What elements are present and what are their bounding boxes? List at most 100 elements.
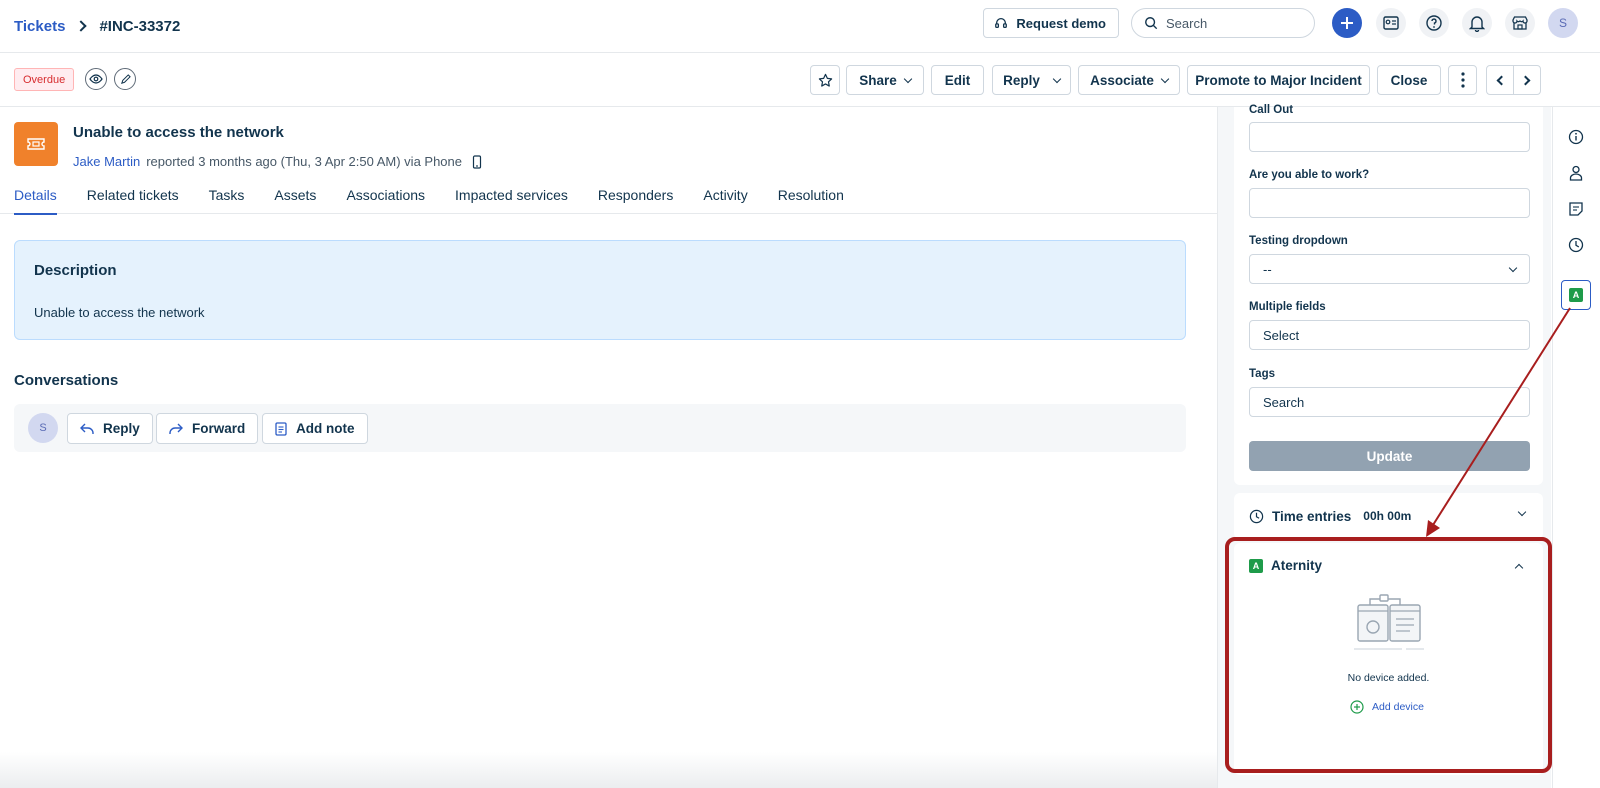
- call-out-input[interactable]: [1249, 122, 1530, 152]
- tab-impacted-services[interactable]: Impacted services: [455, 182, 568, 214]
- ticket-meta: Jake Martin reported 3 months ago (Thu, …: [73, 154, 482, 169]
- time-entries-label: Time entries: [1272, 508, 1352, 524]
- top-bar: Tickets #INC-33372 Request demo Search S: [0, 0, 1600, 53]
- user-icon: [1569, 165, 1583, 181]
- more-actions-button[interactable]: [1448, 65, 1477, 95]
- ticket-action-bar: Overdue Share Edit Reply Associate Promo…: [0, 53, 1600, 107]
- aternity-header[interactable]: A Aternity: [1249, 558, 1322, 573]
- store-icon: [1512, 16, 1528, 30]
- associate-button[interactable]: Associate: [1078, 65, 1180, 95]
- time-tab[interactable]: [1566, 235, 1586, 255]
- new-plus-button[interactable]: [1332, 8, 1362, 38]
- bottom-fade: [0, 752, 1217, 788]
- chevron-left-icon: [1496, 75, 1507, 85]
- tab-resolution[interactable]: Resolution: [778, 182, 844, 214]
- time-entries-section[interactable]: Time entries 00h 00m: [1234, 493, 1543, 539]
- aternity-title: Aternity: [1271, 558, 1323, 573]
- able-to-work-input[interactable]: [1249, 188, 1530, 218]
- forward-arrow-icon: [169, 423, 183, 434]
- right-properties-panel: Call Out Are you able to work? Testing d…: [1217, 104, 1551, 788]
- chevron-down-icon: [1052, 74, 1062, 83]
- search-icon: [1145, 17, 1158, 30]
- tags-placeholder: Search: [1263, 394, 1305, 410]
- edit-label: Edit: [944, 72, 971, 88]
- multiple-fields-label: Multiple fields: [1249, 301, 1326, 313]
- associate-label: Associate: [1090, 72, 1154, 88]
- update-button[interactable]: Update: [1249, 441, 1530, 471]
- testing-dropdown-label: Testing dropdown: [1249, 235, 1348, 247]
- pencil-icon: [120, 73, 131, 84]
- tags-label: Tags: [1249, 368, 1275, 380]
- ticket-tabs: Details Related tickets Tasks Assets Ass…: [0, 182, 1217, 215]
- properties-card: Call Out Are you able to work? Testing d…: [1234, 104, 1543, 485]
- headset-icon: [995, 17, 1008, 29]
- chevron-right-icon: [1520, 75, 1531, 85]
- notifications-button[interactable]: [1462, 8, 1492, 38]
- aternity-section: A Aternity No device added. Add device: [1234, 543, 1543, 775]
- close-label: Close: [1390, 72, 1428, 88]
- bell-icon: [1469, 16, 1485, 32]
- forward-button[interactable]: Forward: [156, 413, 259, 444]
- reply-button[interactable]: Reply: [67, 413, 153, 444]
- global-search-input[interactable]: Search: [1131, 8, 1315, 38]
- reply-dropdown-button[interactable]: Reply: [992, 65, 1071, 95]
- aternity-logo-icon: A: [1569, 288, 1583, 302]
- notes-icon: [1569, 202, 1583, 216]
- favorite-button[interactable]: [810, 65, 840, 95]
- no-device-text: No device added.: [1347, 672, 1430, 684]
- able-to-work-label: Are you able to work?: [1249, 169, 1370, 181]
- add-device-link[interactable]: Add device: [1350, 700, 1424, 714]
- contacts-card-button[interactable]: [1376, 8, 1406, 38]
- description-title: Description: [34, 262, 117, 279]
- ticket-info-tab[interactable]: [1566, 127, 1586, 147]
- add-note-button[interactable]: Add note: [262, 413, 368, 444]
- forward-label: Forward: [192, 421, 246, 436]
- search-placeholder: Search: [1166, 15, 1208, 31]
- aternity-app-tab[interactable]: A: [1561, 280, 1591, 310]
- edit-pencil-button[interactable]: [114, 68, 136, 90]
- multiple-fields-select[interactable]: Select: [1249, 320, 1530, 350]
- next-ticket-button[interactable]: [1513, 65, 1541, 95]
- topbar-actions: Request demo Search S: [983, 8, 1578, 38]
- promote-label: Promote to Major Incident: [1195, 72, 1362, 88]
- breadcrumb-tickets-link[interactable]: Tickets: [14, 18, 65, 35]
- tab-responders[interactable]: Responders: [598, 182, 674, 214]
- clock-icon: [1568, 237, 1584, 253]
- tab-assets[interactable]: Assets: [274, 182, 316, 214]
- watch-button[interactable]: [85, 68, 107, 90]
- testing-dropdown-select[interactable]: --: [1249, 254, 1530, 284]
- request-demo-button[interactable]: Request demo: [983, 8, 1119, 38]
- notes-tab[interactable]: [1566, 199, 1586, 219]
- share-button[interactable]: Share: [846, 65, 924, 95]
- ticket-meta-text: reported 3 months ago (Thu, 3 Apr 2:50 A…: [146, 154, 462, 169]
- tab-details[interactable]: Details: [14, 182, 57, 215]
- tab-associations[interactable]: Associations: [346, 182, 425, 214]
- add-note-label: Add note: [296, 421, 355, 436]
- help-circle-icon: [1426, 15, 1442, 31]
- share-label: Share: [859, 72, 897, 88]
- ticket-type-icon: [14, 122, 58, 166]
- requester-info-tab[interactable]: [1566, 163, 1586, 183]
- chevron-down-icon: [1508, 263, 1518, 272]
- marketplace-button[interactable]: [1505, 8, 1535, 38]
- star-icon: [818, 73, 832, 87]
- ticket-icon: [27, 138, 45, 150]
- close-ticket-button[interactable]: Close: [1377, 65, 1441, 95]
- edit-button[interactable]: Edit: [931, 65, 984, 95]
- tab-related-tickets[interactable]: Related tickets: [87, 182, 179, 214]
- user-avatar[interactable]: S: [1548, 8, 1578, 38]
- requester-link[interactable]: Jake Martin: [73, 154, 140, 169]
- chevron-down-icon: [1517, 507, 1527, 517]
- description-text: Unable to access the network: [34, 305, 205, 320]
- reply-arrow-icon: [80, 423, 94, 434]
- request-demo-label: Request demo: [1016, 15, 1106, 31]
- call-out-label: Call Out: [1249, 104, 1294, 116]
- previous-ticket-button[interactable]: [1486, 65, 1514, 95]
- help-button[interactable]: [1419, 8, 1449, 38]
- chevron-up-icon[interactable]: [1514, 563, 1524, 573]
- tags-search-input[interactable]: Search: [1249, 387, 1530, 417]
- promote-major-incident-button[interactable]: Promote to Major Incident: [1187, 65, 1370, 95]
- testing-dropdown-value: --: [1263, 261, 1272, 277]
- tab-tasks[interactable]: Tasks: [209, 182, 245, 214]
- tab-activity[interactable]: Activity: [703, 182, 747, 214]
